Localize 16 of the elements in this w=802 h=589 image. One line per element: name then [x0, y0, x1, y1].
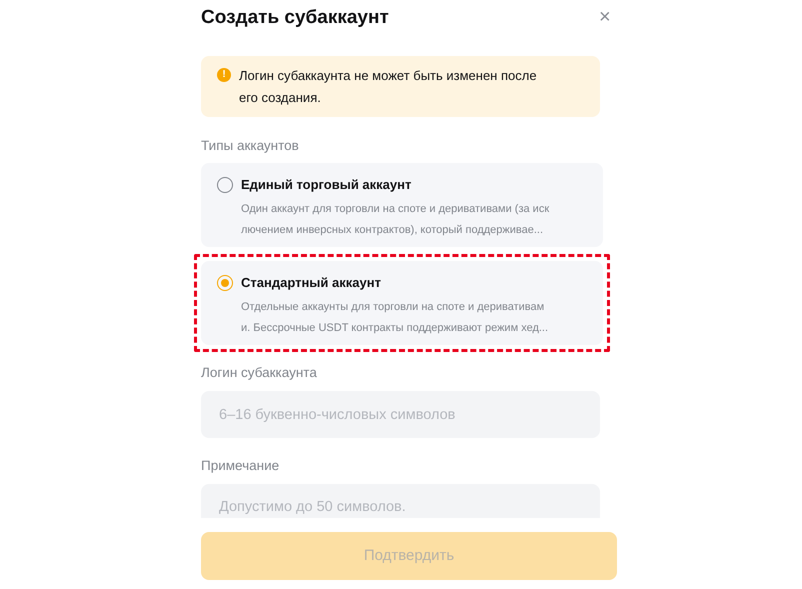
dialog-title: Создать субаккаунт	[201, 6, 389, 30]
note-input-field[interactable]: Допустимо до 50 символов.	[201, 484, 600, 518]
notice-text: Логин субаккаунта не может быть изменен после его создания.	[239, 67, 538, 107]
option-description: Отдельные аккаунты для торговли на споте и деривативам и. Бессрочные USDT контракты поддерживают режим хед...	[240, 300, 550, 336]
option-description: Один аккаунт для торговли на споте и деривативами (за иск лючением инверсных контрактов), который поддерживае...	[240, 202, 550, 238]
login-input-field[interactable]: 6–16 буквенно-числовых символов	[201, 391, 600, 438]
option-title: Единый торговый аккаунт	[241, 176, 412, 194]
field-label: Примечание	[201, 457, 280, 475]
warning-icon: !	[217, 68, 231, 82]
radio-button[interactable]	[217, 176, 233, 193]
account-option[interactable]: Единый торговый аккаунт Один аккаунт для торговли на споте и деривативами (за иск лючением инверсных контрактов), который поддерживае...	[201, 163, 603, 247]
account-option[interactable]: Стандартный аккаунт Отдельные аккаунты для торговли на споте и деривативам и. Бессрочные USDT контракты поддерживают режим хед...	[201, 261, 603, 345]
field-label: Логин субаккаунта	[201, 364, 318, 382]
option-title: Стандартный аккаунт	[241, 274, 381, 292]
radio-button[interactable]	[217, 274, 233, 291]
section-label: Типы аккаунтов	[201, 137, 300, 155]
